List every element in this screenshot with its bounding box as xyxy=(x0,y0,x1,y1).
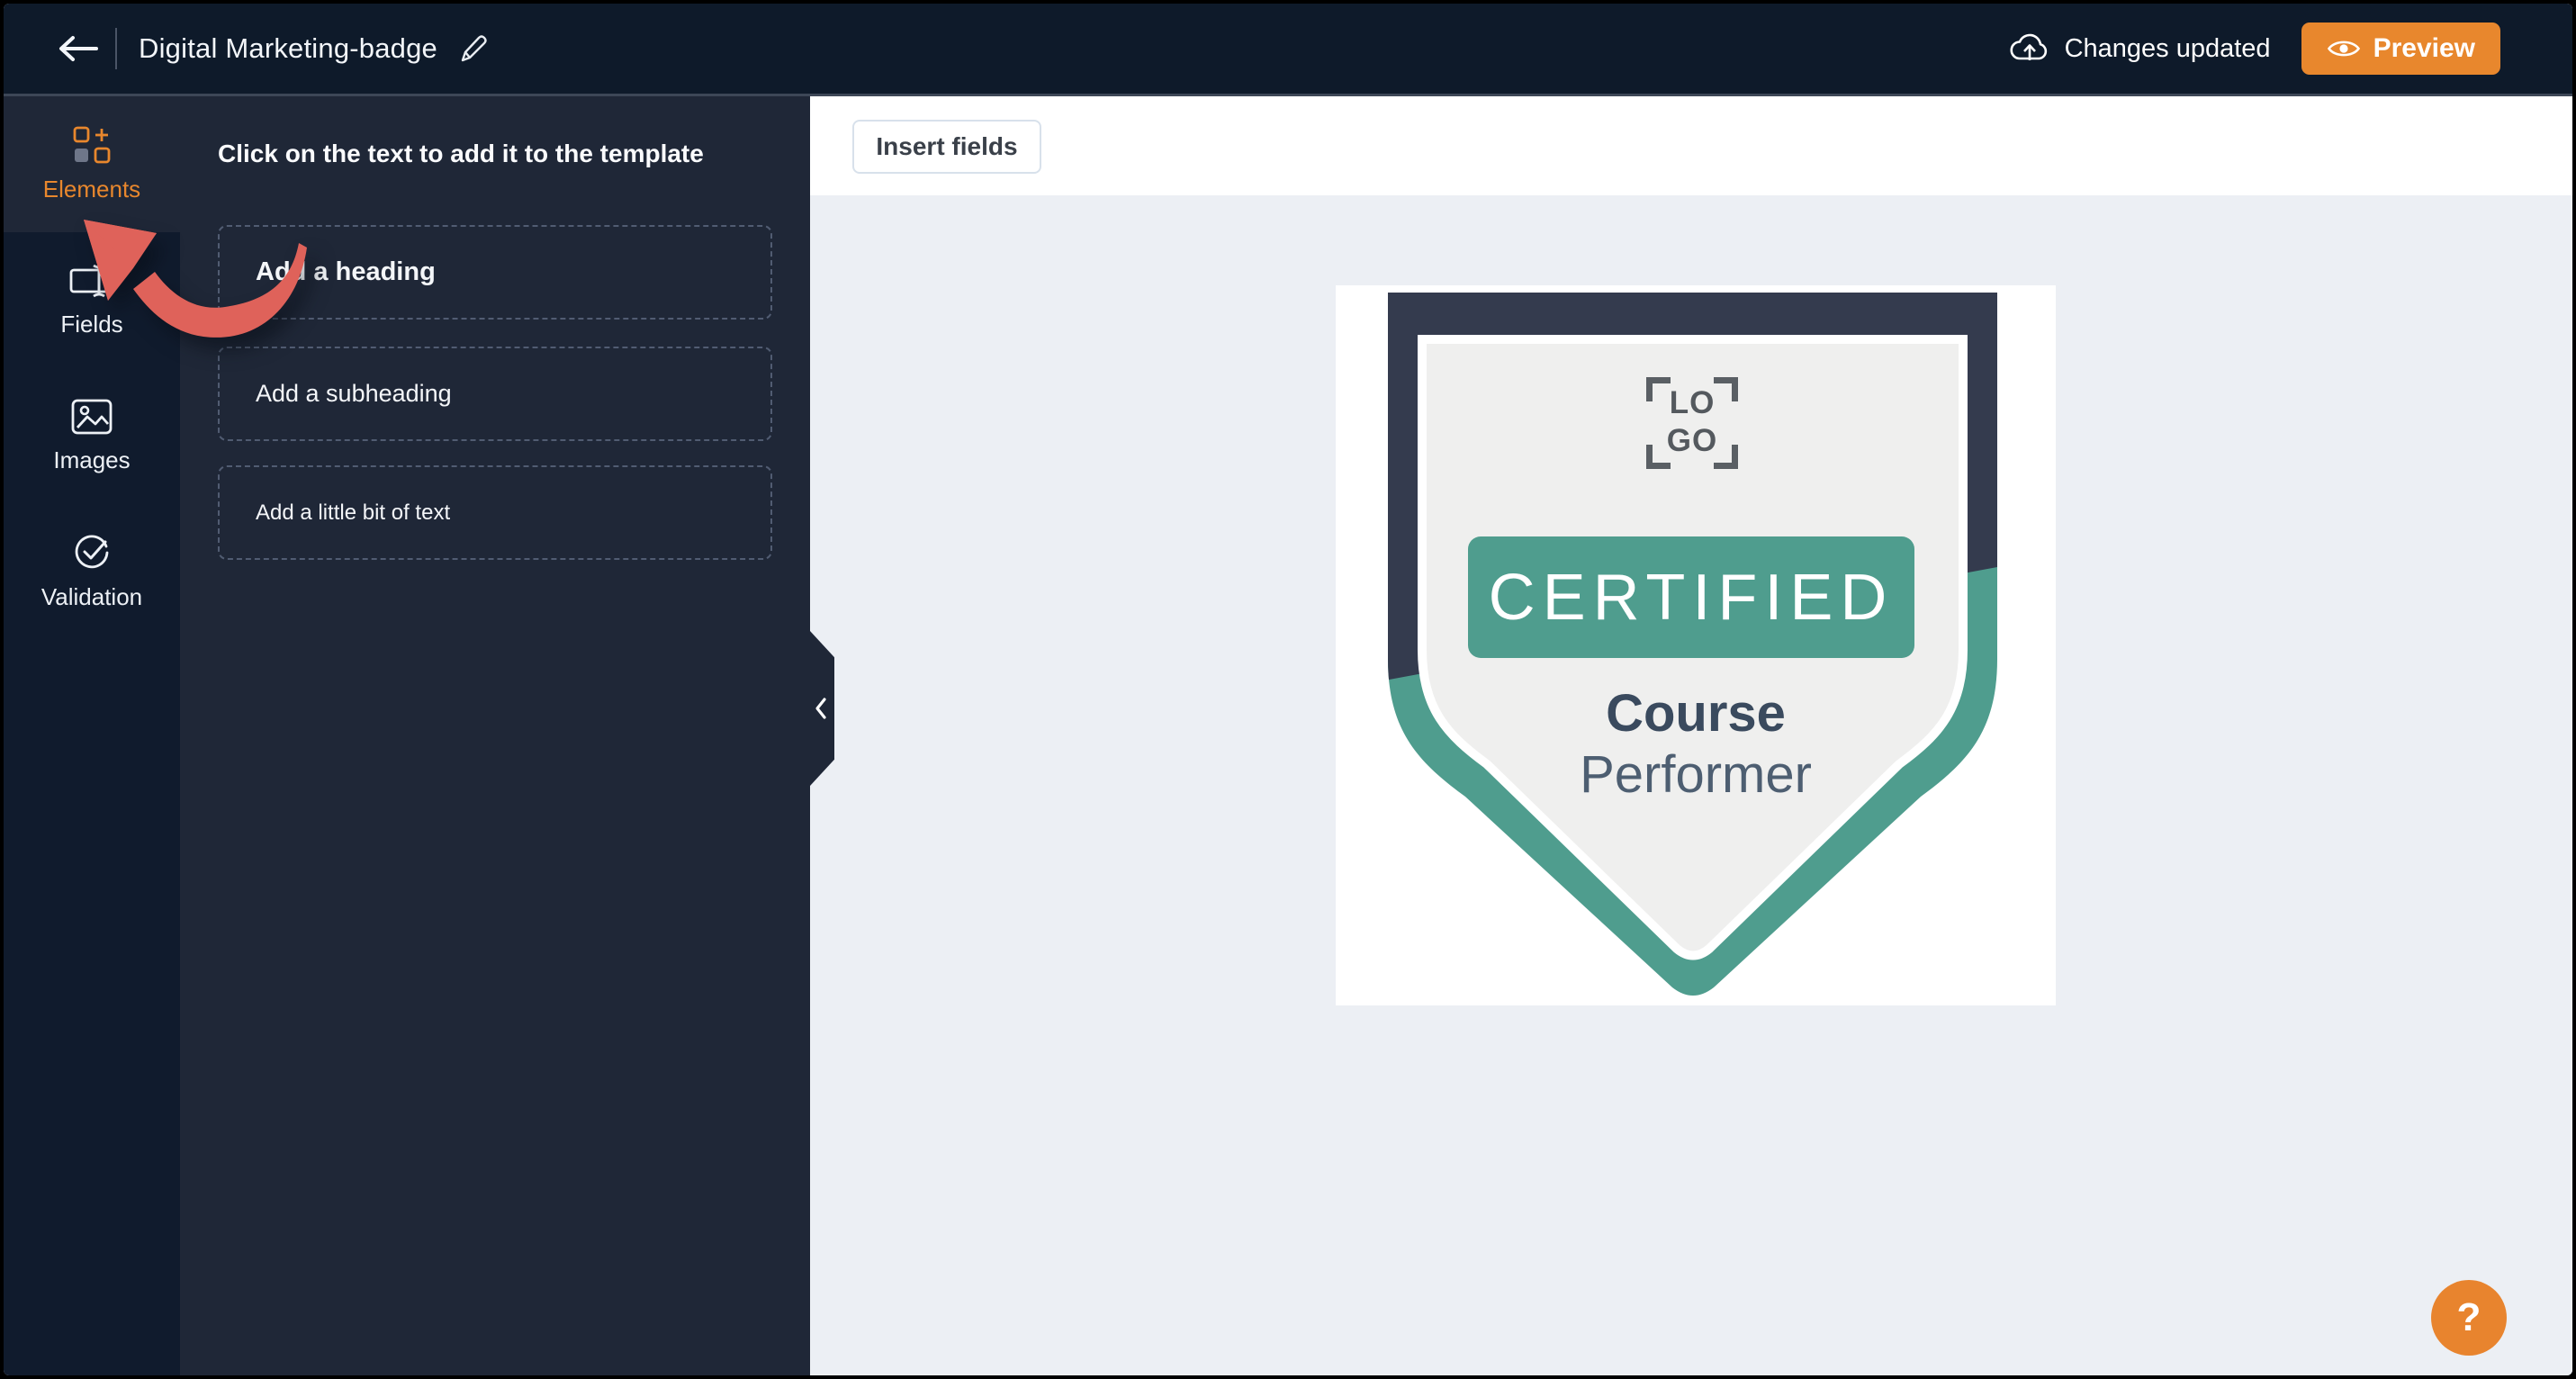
sidebar-item-label: Fields xyxy=(60,311,123,338)
add-heading-option[interactable]: Add a heading xyxy=(218,225,772,320)
badge-template[interactable]: LO GO CERTIFIED Course Performer xyxy=(1336,285,2056,1005)
sidebar-item-label: Validation xyxy=(41,583,143,610)
back-button[interactable] xyxy=(54,31,101,67)
sidebar-item-validation[interactable]: Validation xyxy=(4,504,180,640)
sidebar-item-label: Images xyxy=(53,446,131,473)
add-text-label: Add a little bit of text xyxy=(256,500,451,525)
badge-editor-window: Digital Marketing-badge Changes updated xyxy=(0,0,2576,1379)
logo-placeholder[interactable]: LO GO xyxy=(1646,377,1738,469)
chevron-left-icon xyxy=(815,698,826,719)
help-button[interactable]: ? xyxy=(2431,1280,2507,1356)
add-subheading-option[interactable]: Add a subheading xyxy=(218,347,772,441)
check-circle-icon xyxy=(75,535,109,569)
sidebar-item-elements[interactable]: Elements xyxy=(4,96,180,232)
insert-fields-button[interactable]: Insert fields xyxy=(852,120,1041,174)
save-status: Changes updated xyxy=(2009,33,2271,64)
top-bar: Digital Marketing-badge Changes updated xyxy=(4,4,2572,94)
sidebar-item-images[interactable]: Images xyxy=(4,368,180,504)
badge-title-text[interactable]: Course xyxy=(1336,685,2056,743)
panel-heading: Click on the text to add it to the templ… xyxy=(218,140,704,167)
cloud-upload-icon xyxy=(2010,33,2047,60)
badge-banner-text: CERTIFIED xyxy=(1488,561,1895,634)
field-text-cursor-icon xyxy=(69,264,109,298)
preview-button-label: Preview xyxy=(2373,33,2475,63)
badge-subtitle-text[interactable]: Performer xyxy=(1336,746,2056,804)
pencil-icon xyxy=(461,35,487,62)
template-title: Digital Marketing-badge xyxy=(139,32,437,64)
topbar-bottom-border xyxy=(4,94,2572,96)
image-icon xyxy=(71,399,113,435)
elements-panel: Click on the text to add it to the templ… xyxy=(180,96,810,1375)
preview-button[interactable]: Preview xyxy=(2301,23,2500,75)
arrow-left-icon xyxy=(59,36,98,61)
add-text-option[interactable]: Add a little bit of text xyxy=(218,465,772,560)
sidebar-item-fields[interactable]: Fields xyxy=(4,232,180,368)
add-heading-label: Add a heading xyxy=(256,257,436,286)
design-canvas[interactable]: LO GO CERTIFIED Course Performer xyxy=(810,195,2572,1375)
badge-banner[interactable]: CERTIFIED xyxy=(1468,536,1914,658)
sidebar-item-label: Elements xyxy=(42,176,141,203)
save-status-label: Changes updated xyxy=(2064,33,2271,63)
logo-line2: GO xyxy=(1666,423,1718,458)
eye-icon xyxy=(2327,41,2360,57)
elements-grid-plus-icon xyxy=(73,126,111,164)
sidebar: Elements Fields Images Validation xyxy=(4,96,180,1375)
add-subheading-label: Add a subheading xyxy=(256,380,452,407)
panel-collapse-handle[interactable] xyxy=(810,631,834,786)
topbar-right-group: Changes updated Preview xyxy=(2009,23,2572,75)
topbar-divider xyxy=(115,28,117,69)
logo-placeholder-text: LO GO xyxy=(1646,384,1738,460)
edit-title-button[interactable] xyxy=(457,32,490,65)
canvas-toolbar: Insert fields xyxy=(810,96,2572,195)
logo-line1: LO xyxy=(1669,385,1716,420)
